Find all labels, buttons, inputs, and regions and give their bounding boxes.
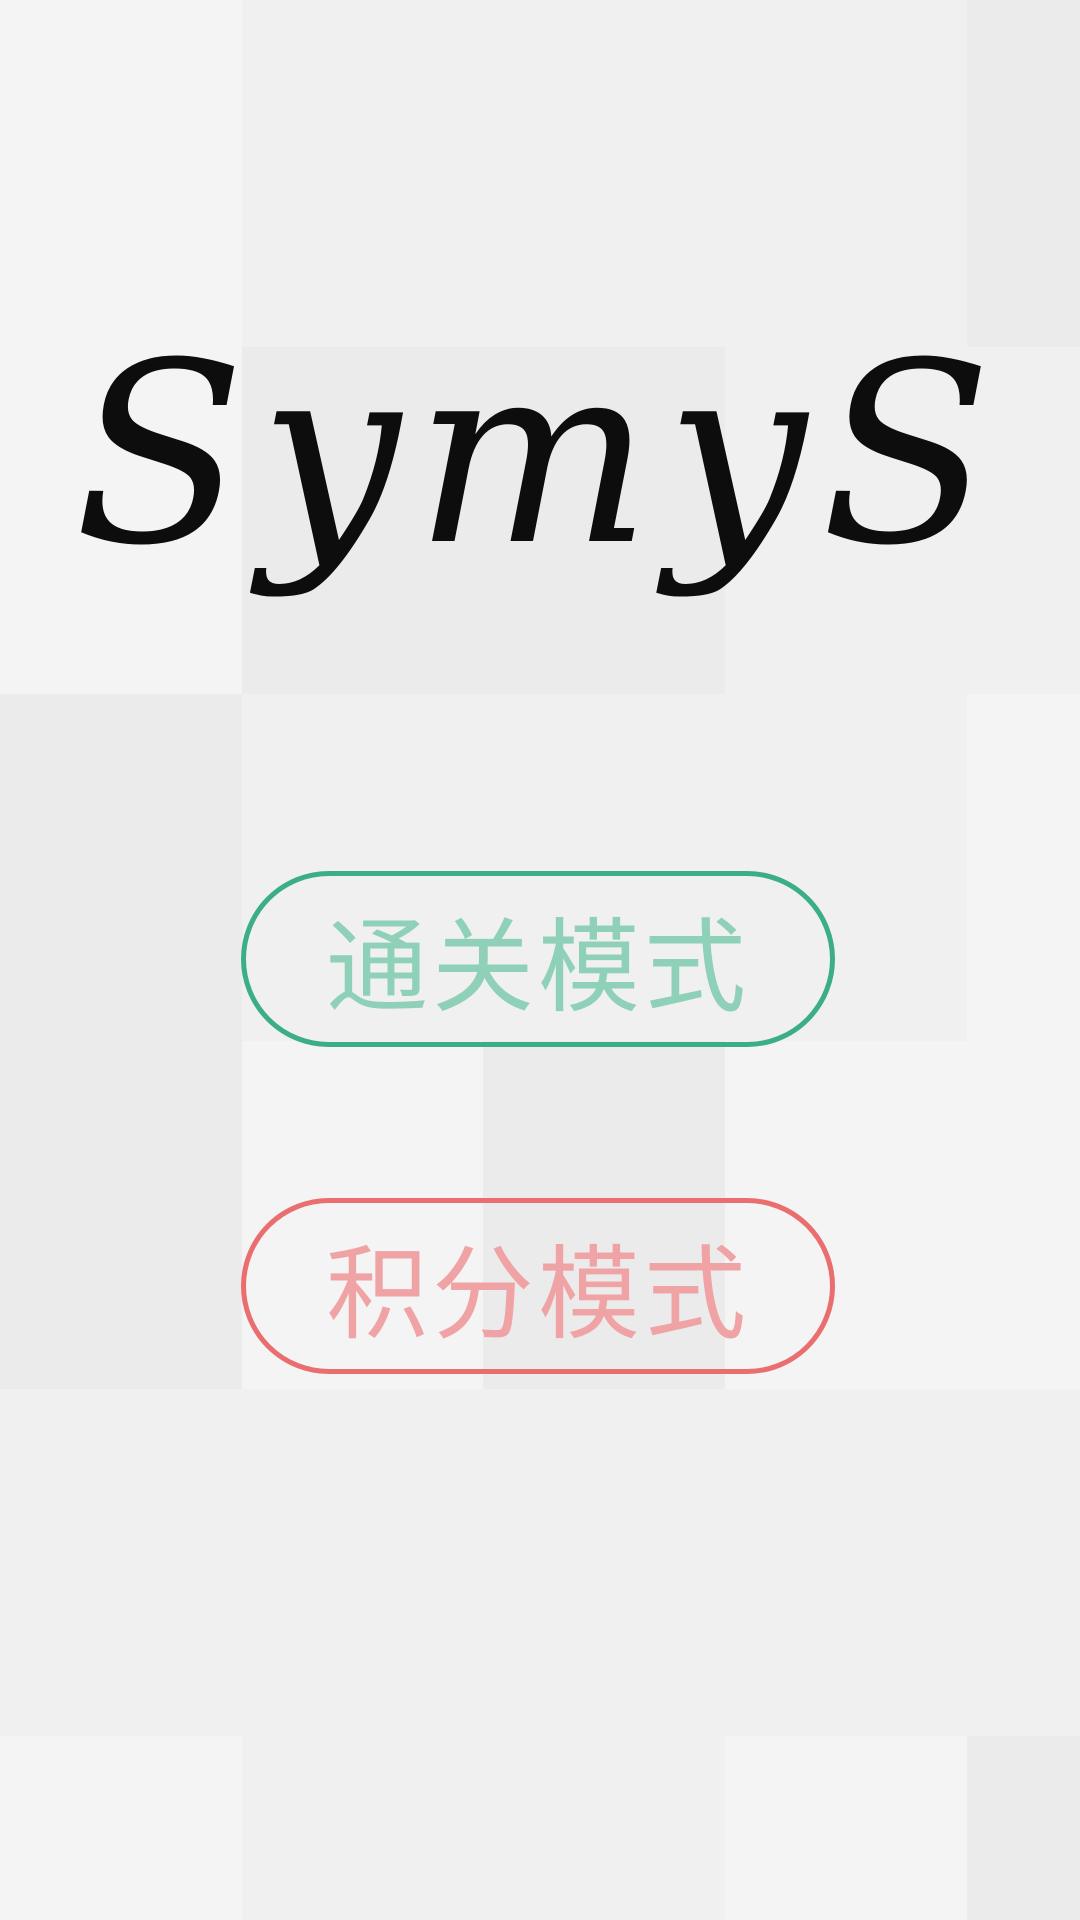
background-tile xyxy=(0,1389,242,1736)
level-mode-button[interactable]: 通关模式 xyxy=(241,871,835,1047)
score-mode-label: 积分模式 xyxy=(326,1235,750,1355)
background-tile xyxy=(0,1041,242,1389)
background-tile xyxy=(967,1389,1080,1736)
background-tile xyxy=(242,1736,483,1920)
background-tile xyxy=(967,1041,1080,1389)
background-tile xyxy=(0,1736,242,1920)
background-tile xyxy=(242,0,483,347)
level-mode-label: 通关模式 xyxy=(326,908,750,1028)
game-title-logo: SymyS xyxy=(73,309,1007,600)
background-tile xyxy=(967,1736,1080,1920)
background-tile xyxy=(967,694,1080,1041)
background-tile xyxy=(725,1736,967,1920)
score-mode-button[interactable]: 积分模式 xyxy=(241,1198,835,1374)
background-tile xyxy=(242,1389,483,1736)
background-tile xyxy=(0,0,242,347)
background-tile xyxy=(483,1736,725,1920)
background-tile xyxy=(725,1389,967,1736)
main-menu-screen: SymyS 通关模式 积分模式 xyxy=(0,0,1080,1920)
background-tile xyxy=(483,1389,725,1736)
background-tile xyxy=(483,0,725,347)
background-tile xyxy=(0,694,242,1041)
background-tile xyxy=(967,0,1080,347)
background-tile xyxy=(725,0,967,347)
